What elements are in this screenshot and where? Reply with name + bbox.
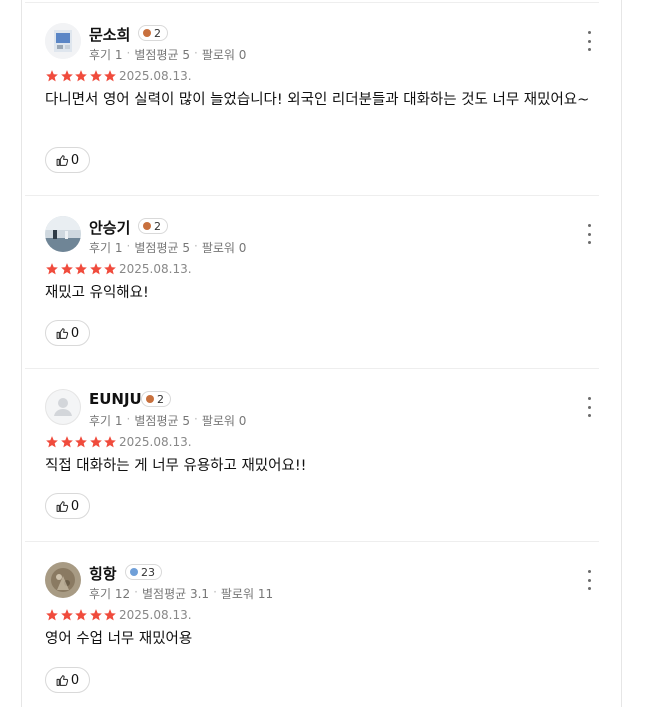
more-options-icon[interactable] bbox=[586, 397, 592, 417]
default-profile-icon bbox=[54, 398, 72, 416]
review-count: 후기 1 bbox=[89, 241, 123, 255]
review-text: 다니면서 영어 실력이 많이 늘었습니다! 외국인 리더분들과 대화하는 것도 … bbox=[45, 92, 590, 108]
star-icon bbox=[46, 609, 58, 621]
divider bbox=[25, 195, 599, 196]
level-icon bbox=[130, 568, 138, 576]
level-badge: 23 bbox=[125, 564, 162, 580]
star-icon bbox=[75, 263, 88, 275]
like-count: 0 bbox=[70, 325, 80, 341]
star-rating bbox=[45, 69, 118, 83]
review-date: 2025.08.13. bbox=[119, 262, 192, 276]
star-icon bbox=[60, 609, 73, 621]
review-text: 영어 수업 너무 재밌어용 bbox=[45, 631, 193, 647]
divider bbox=[25, 2, 599, 3]
star-rating bbox=[45, 262, 118, 276]
level-value: 2 bbox=[154, 219, 161, 233]
like-button[interactable]: 0 bbox=[45, 667, 90, 693]
review-text: 재밌고 유익해요! bbox=[45, 285, 149, 301]
follower-count: 팔로워 0 bbox=[201, 241, 247, 255]
reviewer-name[interactable]: 안승기 bbox=[89, 217, 130, 238]
rating-average: 별점평균 3.1 bbox=[142, 587, 210, 601]
follower-count: 팔로워 0 bbox=[201, 48, 247, 62]
review-count: 후기 1 bbox=[89, 414, 123, 428]
star-icon bbox=[104, 436, 117, 448]
avatar[interactable] bbox=[45, 216, 81, 252]
review-date: 2025.08.13. bbox=[119, 608, 192, 622]
star-icon bbox=[104, 263, 117, 275]
like-count: 0 bbox=[70, 498, 80, 514]
level-badge: 2 bbox=[138, 218, 168, 234]
reviewer-name[interactable]: 문소희 bbox=[89, 24, 130, 45]
star-icon bbox=[46, 436, 58, 448]
divider bbox=[25, 541, 599, 542]
divider bbox=[25, 368, 599, 369]
review-count: 후기 12 bbox=[89, 587, 131, 601]
star-icon bbox=[89, 70, 102, 82]
level-value: 2 bbox=[157, 392, 164, 406]
star-icon bbox=[104, 609, 117, 621]
level-icon bbox=[146, 395, 154, 403]
thumbs-up-icon bbox=[56, 674, 68, 686]
star-icon bbox=[46, 263, 58, 275]
reviewer-stats: 후기 1 · 별점평균 5 · 팔로워 0 bbox=[89, 412, 247, 428]
star-icon bbox=[60, 436, 73, 448]
avatar[interactable] bbox=[45, 389, 81, 425]
follower-count: 팔로워 0 bbox=[201, 414, 247, 428]
star-icon bbox=[89, 263, 102, 275]
avatar[interactable] bbox=[45, 23, 81, 59]
review-text: 직접 대화하는 게 너무 유용하고 재밌어요!! bbox=[45, 458, 307, 474]
level-icon bbox=[143, 222, 151, 230]
star-icon bbox=[89, 436, 102, 448]
star-icon bbox=[46, 70, 58, 82]
level-value: 2 bbox=[154, 26, 161, 40]
like-button[interactable]: 0 bbox=[45, 320, 90, 346]
level-badge: 2 bbox=[138, 25, 168, 41]
star-icon bbox=[75, 436, 88, 448]
more-options-icon[interactable] bbox=[586, 570, 592, 590]
like-button[interactable]: 0 bbox=[45, 493, 90, 519]
star-icon bbox=[89, 609, 102, 621]
level-badge: 2 bbox=[141, 391, 171, 407]
rating-average: 별점평균 5 bbox=[134, 414, 190, 428]
like-button[interactable]: 0 bbox=[45, 147, 90, 173]
review-date: 2025.08.13. bbox=[119, 435, 192, 449]
star-icon bbox=[60, 70, 73, 82]
follower-count: 팔로워 11 bbox=[220, 587, 274, 601]
star-rating bbox=[45, 608, 118, 622]
rating-average: 별점평균 5 bbox=[134, 48, 190, 62]
star-icon bbox=[60, 263, 73, 275]
reviewer-stats: 후기 12 · 별점평균 3.1 · 팔로워 11 bbox=[89, 585, 274, 601]
reviewer-name[interactable]: 힝항 bbox=[89, 563, 117, 584]
reviewer-stats: 후기 1 · 별점평균 5 · 팔로워 0 bbox=[89, 239, 247, 255]
review-date: 2025.08.13. bbox=[119, 69, 192, 83]
star-icon bbox=[75, 70, 88, 82]
like-count: 0 bbox=[70, 152, 80, 168]
like-count: 0 bbox=[70, 672, 80, 688]
star-rating bbox=[45, 435, 118, 449]
level-icon bbox=[143, 29, 151, 37]
star-icon bbox=[75, 609, 88, 621]
level-value: 23 bbox=[141, 565, 155, 579]
review-count: 후기 1 bbox=[89, 48, 123, 62]
thumbs-up-icon bbox=[56, 154, 68, 166]
reviewer-stats: 후기 1 · 별점평균 5 · 팔로워 0 bbox=[89, 46, 247, 62]
thumbs-up-icon bbox=[56, 327, 68, 339]
more-options-icon[interactable] bbox=[586, 224, 592, 244]
thumbs-up-icon bbox=[56, 500, 68, 512]
more-options-icon[interactable] bbox=[586, 31, 592, 51]
avatar[interactable] bbox=[45, 562, 81, 598]
reviewer-name[interactable]: EUNJU bbox=[89, 390, 142, 408]
rating-average: 별점평균 5 bbox=[134, 241, 190, 255]
star-icon bbox=[104, 70, 117, 82]
